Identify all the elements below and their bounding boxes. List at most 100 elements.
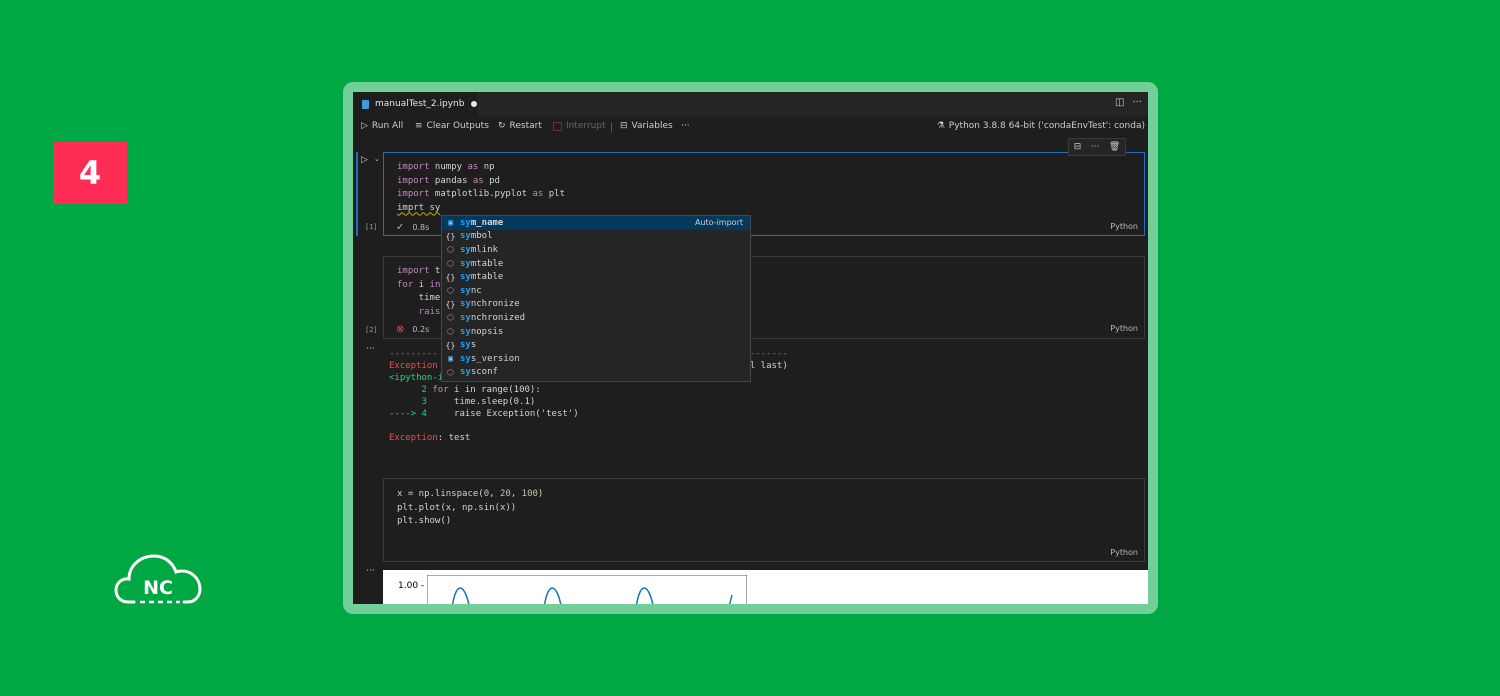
code-line: import numpy as np <box>397 162 495 172</box>
variable-icon: ▣ <box>448 354 453 364</box>
suggestion-match: sy <box>460 258 471 269</box>
module-icon: ⬡ <box>447 327 454 337</box>
suggestion-match: sy <box>460 217 471 228</box>
tab-notebook[interactable]: manualTest_2.ipynb <box>353 92 478 116</box>
suggestion-label: m_name <box>470 217 504 228</box>
clear-all-icon: ≡ <box>415 121 423 131</box>
cell-toolbar: ⊟ ··· 🗑 <box>1068 138 1126 156</box>
code-line: for i in <box>397 279 441 290</box>
variables-button[interactable]: ⊟ Variables <box>620 121 673 131</box>
suggestion-match: sy <box>460 353 471 364</box>
interrupt-button[interactable]: Interrupt <box>553 121 606 131</box>
suggestion-label: nchronized <box>470 312 526 323</box>
code-line-current: imprt sy <box>397 202 441 213</box>
suggestion-label: nc <box>470 285 482 296</box>
tab-bar: manualTest_2.ipynb ◫ ··· <box>353 92 1148 116</box>
module-icon: ⬡ <box>447 286 454 296</box>
module-icon: ⬡ <box>447 259 454 269</box>
cell-language[interactable]: Python <box>1110 324 1138 333</box>
nc-cloud-logo: NC <box>114 554 202 604</box>
restart-button[interactable]: ↻ Restart <box>498 121 542 131</box>
suggestion-item[interactable]: ⬡ sy nc <box>442 284 750 298</box>
toolbar-more-button[interactable]: ··· <box>681 121 690 131</box>
suggestion-item[interactable]: ⬡ sy nchronized <box>442 311 750 325</box>
suggestion-label: mbol <box>470 231 493 242</box>
suggestion-item[interactable]: ▣ sy s_version <box>442 352 750 366</box>
tab-filename: manualTest_2.ipynb <box>375 99 465 109</box>
code-editor[interactable]: import t for i in time rais <box>397 265 440 319</box>
suggestion-item[interactable]: {} sy s <box>442 338 750 352</box>
autocomplete-suggestions: ▣ sy m_name Auto-import{} sy mbol ⬡ sy mlink ⬡ sy m… <box>441 215 751 382</box>
suggestion-item[interactable]: ⬡ sy mlink <box>442 243 750 257</box>
suggestion-detail: Auto-import <box>694 218 743 228</box>
variables-icon: ⊟ <box>620 121 628 131</box>
cell-run-button[interactable]: ▷ <box>361 155 368 165</box>
restart-icon: ↻ <box>498 121 506 131</box>
code-line: rais <box>397 306 441 317</box>
logo-text: NC <box>143 577 173 599</box>
module-icon: ⬡ <box>447 313 454 323</box>
suggestion-match: sy <box>460 231 471 242</box>
namespace-icon: {} <box>445 340 456 350</box>
notebook-toolbar: ▷ Run All ≡ Clear Outputs ↻ Restart Interru… <box>353 116 1148 136</box>
code-cell-3[interactable]: x = np.linspace(0, 20, 100) plt.plot(x, n… <box>383 478 1145 562</box>
flask-icon: ⚗ <box>936 121 945 131</box>
plot-output: 1.00 - <box>383 570 1148 604</box>
output-line: ----> 4 raise Exception('test') <box>389 409 579 419</box>
suggestion-match: sy <box>460 285 471 296</box>
suggestion-match: sy <box>460 326 471 337</box>
suggestion-item[interactable]: ⬡ sy sconf <box>442 366 750 380</box>
toolbar-divider <box>611 122 612 132</box>
code-line: time <box>397 293 441 303</box>
code-line: x = np.linspace(0, 20, 100) <box>397 489 544 499</box>
suggestion-label: s_version <box>470 353 520 364</box>
suggestion-item[interactable]: ⬡ sy nopsis <box>442 325 750 339</box>
chevron-down-icon[interactable]: ⌄ <box>374 155 380 163</box>
error-icon: ⊗ <box>396 324 405 335</box>
stop-icon <box>553 121 562 131</box>
suggestion-label: mtable <box>470 258 504 269</box>
suggestion-label: nchronize <box>470 299 520 310</box>
code-line: plt.plot(x, np.sin(x)) <box>397 502 517 513</box>
suggestion-label: nopsis <box>470 326 504 337</box>
vscode-window: manualTest_2.ipynb ◫ ··· ▷ Run All ≡ Clear… <box>353 92 1148 604</box>
step-badge: 4 <box>53 142 127 204</box>
split-editor-icon[interactable]: ◫ <box>1115 97 1124 108</box>
namespace-icon: {} <box>445 272 456 282</box>
output-line: 2 for i in range(100): <box>389 385 541 395</box>
output-more-icon[interactable]: ··· <box>366 566 375 576</box>
suggestion-label: sconf <box>470 367 498 378</box>
output-line: 3 time.sleep(0.1) <box>389 397 536 407</box>
cell-more-icon[interactable]: ··· <box>1091 142 1100 152</box>
cell-language[interactable]: Python <box>1110 548 1138 557</box>
code-line: import t <box>397 266 441 276</box>
check-icon: ✓ <box>396 222 405 233</box>
execution-count: [2] <box>365 326 378 334</box>
suggestion-match: sy <box>460 272 471 283</box>
code-line: plt.show() <box>397 516 452 526</box>
more-actions-icon[interactable]: ··· <box>1132 97 1142 108</box>
output-more-icon[interactable]: ··· <box>366 344 375 354</box>
clear-outputs-button[interactable]: ≡ Clear Outputs <box>415 121 489 131</box>
suggestion-item[interactable]: {} sy mtable <box>442 270 750 284</box>
delete-cell-icon[interactable]: 🗑 <box>1109 142 1120 152</box>
split-cell-icon[interactable]: ⊟ <box>1074 142 1082 152</box>
namespace-icon: {} <box>445 299 456 309</box>
code-line: import pandas as pd <box>397 175 500 186</box>
module-icon: ⬡ <box>447 367 454 377</box>
code-editor[interactable]: x = np.linspace(0, 20, 100) plt.plot(x, n… <box>397 488 543 529</box>
cell-language[interactable]: Python <box>1110 222 1138 231</box>
namespace-icon: {} <box>445 231 456 241</box>
play-icon: ▷ <box>361 121 368 131</box>
output-line: Exception: test <box>389 433 471 443</box>
suggestion-item[interactable]: ▣ sy m_name Auto-import <box>442 216 750 230</box>
code-editor[interactable]: import numpy as np import pandas as pd imp… <box>397 161 565 215</box>
execution-status: ✓ 0.8s <box>396 222 430 233</box>
suggestion-item[interactable]: {} sy nchronize <box>442 298 750 312</box>
suggestion-item[interactable]: ⬡ sy mtable <box>442 257 750 271</box>
module-icon: ⬡ <box>447 245 454 255</box>
suggestion-label: mtable <box>470 272 504 283</box>
suggestion-item[interactable]: {} sy mbol <box>442 230 750 244</box>
run-all-button[interactable]: ▷ Run All <box>361 121 403 131</box>
kernel-picker[interactable]: ⚗ Python 3.8.8 64-bit ('condaEnvTest': co… <box>937 121 1145 131</box>
